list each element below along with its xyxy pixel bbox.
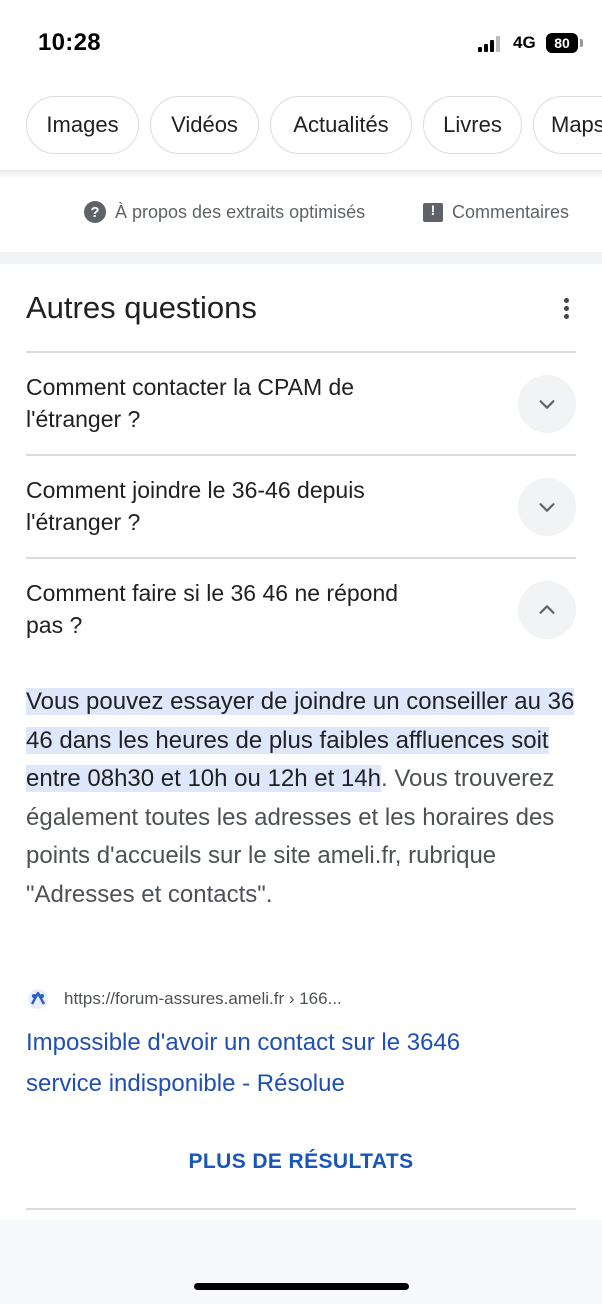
question-line: pas ? xyxy=(26,612,83,638)
chip-videos[interactable]: Vidéos xyxy=(150,96,259,154)
paa-question-1[interactable]: Comment contacter la CPAM de l'étranger … xyxy=(26,371,496,435)
more-results-button[interactable]: PLUS DE RÉSULTATS xyxy=(0,1150,602,1174)
home-indicator[interactable] xyxy=(194,1283,409,1290)
result-title-line: service indisponible - Résolue xyxy=(26,1070,345,1097)
header-shadow xyxy=(0,170,602,178)
ameli-favicon-icon xyxy=(28,989,48,1009)
about-snippets-link[interactable]: ? À propos des extraits optimisés xyxy=(84,190,365,234)
question-line: l'étranger ? xyxy=(26,509,141,535)
battery-icon: 80 xyxy=(546,33,578,53)
result-url: https://forum-assures.ameli.fr › 166... xyxy=(64,989,342,1008)
expand-question-1-button[interactable] xyxy=(518,375,576,433)
chevron-down-icon xyxy=(539,503,555,512)
result-title-link[interactable]: Impossible d'avoir un contact sur le 364… xyxy=(26,1022,546,1104)
paa-title: Autres questions xyxy=(26,290,257,325)
expand-question-2-button[interactable] xyxy=(518,478,576,536)
question-line: Comment faire si le 36 46 ne répond xyxy=(26,580,399,606)
divider xyxy=(26,351,576,353)
collapse-question-3-button[interactable] xyxy=(518,581,576,639)
network-type: 4G xyxy=(513,33,536,52)
battery-cap xyxy=(580,39,583,47)
result-source[interactable]: https://forum-assures.ameli.fr › 166... xyxy=(26,985,342,1013)
status-time: 10:28 xyxy=(38,29,101,56)
question-line: Comment joindre le 36-46 depuis xyxy=(26,477,365,503)
divider xyxy=(26,454,576,456)
chip-maps[interactable]: Maps xyxy=(533,96,602,154)
question-circle-icon: ? xyxy=(84,201,106,223)
result-title-line: Impossible d'avoir un contact sur le 364… xyxy=(26,1029,461,1056)
paa-answer-text: Vous pouvez essayer de joindre un consei… xyxy=(26,683,586,914)
snippet-footer: ? À propos des extraits optimisés Commen… xyxy=(0,190,602,238)
about-snippets-label: À propos des extraits optimisés xyxy=(115,201,366,222)
divider xyxy=(26,1208,576,1210)
bottom-area xyxy=(0,1220,602,1304)
feedback-link[interactable]: Commentaires xyxy=(423,190,569,234)
question-line: l'étranger ? xyxy=(26,406,141,432)
chevron-up-icon xyxy=(539,605,555,614)
chip-actualites[interactable]: Actualités xyxy=(270,96,412,154)
cellular-signal-icon xyxy=(478,36,504,52)
more-options-icon[interactable] xyxy=(556,296,576,322)
chip-images[interactable]: Images xyxy=(26,96,139,154)
chevron-down-icon xyxy=(539,400,555,409)
divider xyxy=(26,557,576,559)
paa-question-2[interactable]: Comment joindre le 36-46 depuis l'étrang… xyxy=(26,474,496,538)
chip-livres[interactable]: Livres xyxy=(423,96,522,154)
paa-question-3[interactable]: Comment faire si le 36 46 ne répond pas … xyxy=(26,577,496,641)
question-line: Comment contacter la CPAM de xyxy=(26,374,355,400)
section-separator xyxy=(0,252,602,264)
status-bar: 10:28 4G 80 xyxy=(0,0,602,80)
feedback-label: Commentaires xyxy=(452,201,570,222)
feedback-icon xyxy=(423,202,443,222)
search-filter-chips: Images Vidéos Actualités Livres Maps xyxy=(0,96,602,156)
